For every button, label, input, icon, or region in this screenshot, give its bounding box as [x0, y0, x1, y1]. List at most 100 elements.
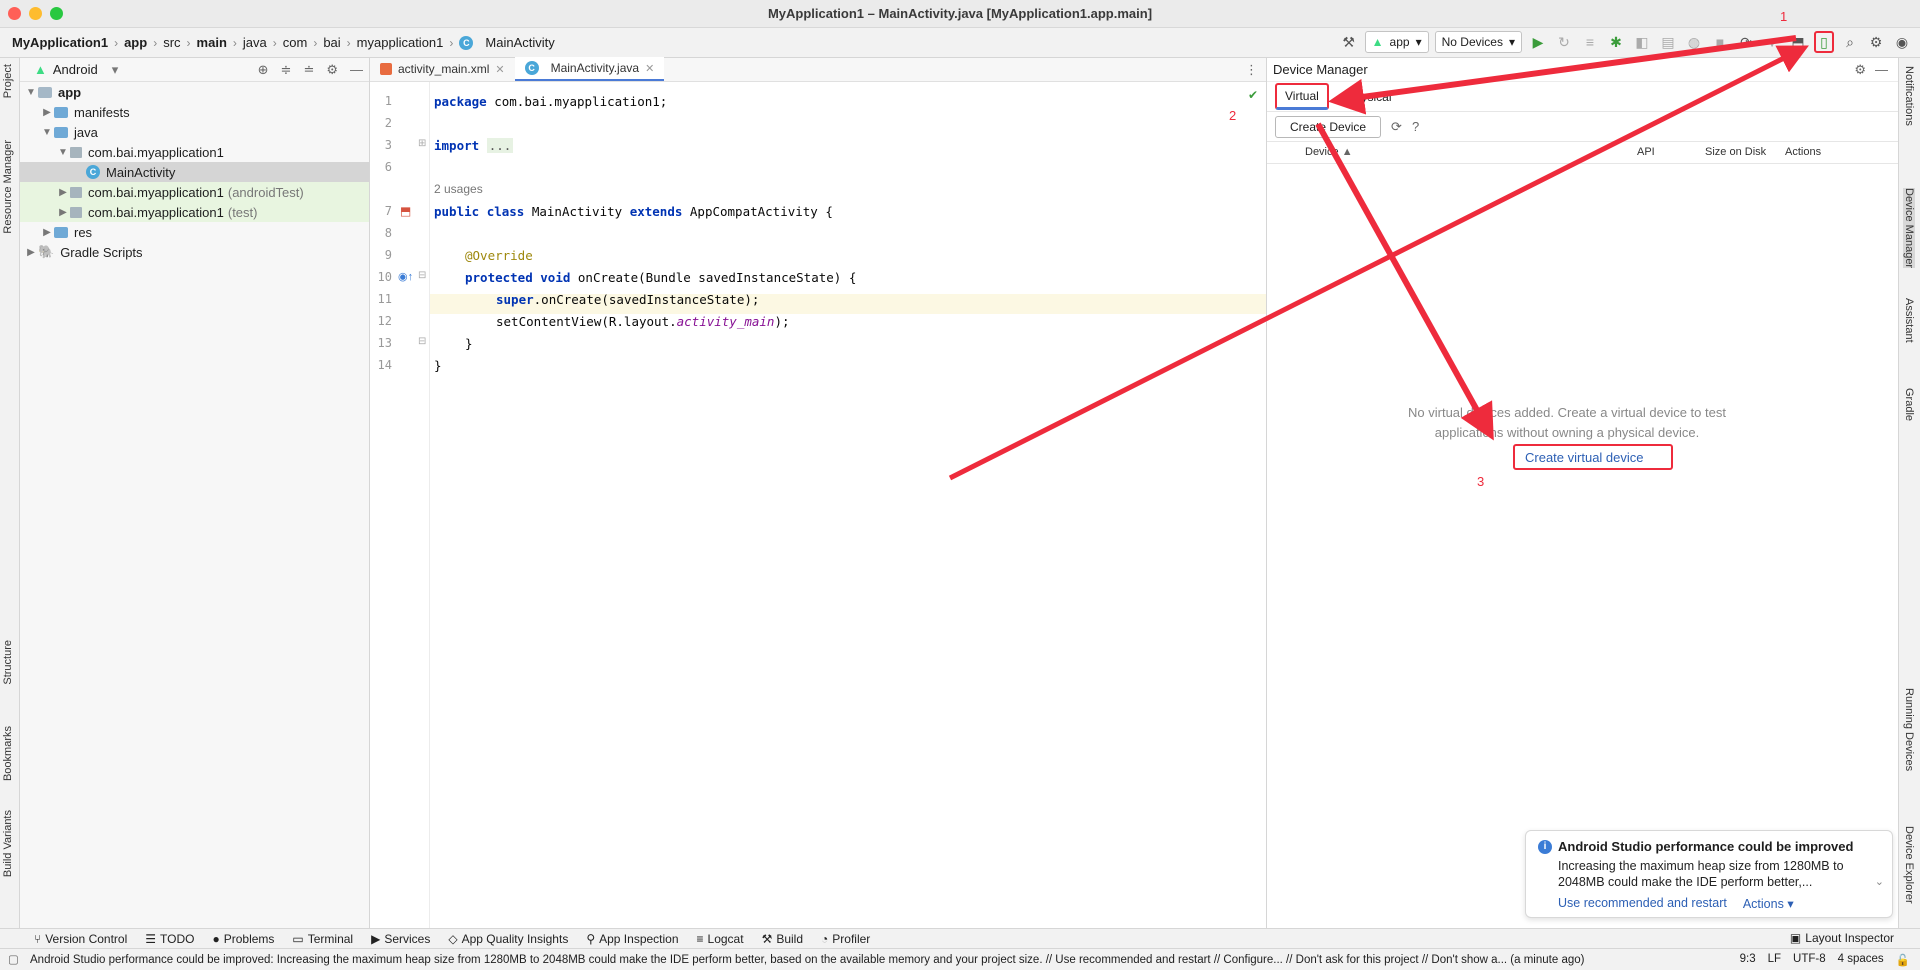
tree-item-selected[interactable]: C MainActivity: [20, 162, 369, 182]
tree-item[interactable]: ▼ java: [20, 122, 369, 142]
tool-todo[interactable]: ☰ TODO: [145, 932, 194, 946]
search-icon[interactable]: ⌕: [1840, 31, 1860, 53]
chevron-down-icon[interactable]: ▼: [40, 127, 54, 138]
tab-main-activity-java[interactable]: C MainActivity.java ✕: [514, 57, 665, 81]
chevron-right-icon[interactable]: ▶: [56, 207, 70, 218]
tool-app-inspection[interactable]: ⚲ App Inspection: [586, 932, 678, 946]
gear-icon[interactable]: ⚙: [1854, 62, 1866, 78]
breadcrumb-item[interactable]: MyApplication1: [12, 35, 108, 50]
tool-resource-manager[interactable]: Resource Manager: [2, 140, 14, 234]
breadcrumb-item[interactable]: src: [163, 35, 180, 50]
help-icon[interactable]: ?: [1412, 119, 1419, 134]
tool-running-devices[interactable]: Running Devices: [1903, 688, 1915, 771]
tool-project[interactable]: Project: [2, 64, 14, 98]
breadcrumb-item[interactable]: bai: [323, 35, 340, 50]
lock-icon[interactable]: 🔓: [1896, 953, 1910, 967]
locate-icon[interactable]: ⊕: [258, 62, 269, 78]
tool-build-variants[interactable]: Build Variants: [2, 810, 14, 877]
tool-logcat[interactable]: ≡ Logcat: [697, 932, 744, 946]
tree-item[interactable]: ▶ com.bai.myapplication1 (test): [20, 202, 369, 222]
chevron-right-icon[interactable]: ▶: [40, 107, 54, 118]
account-icon[interactable]: ◉: [1892, 31, 1912, 53]
folded-imports[interactable]: ...: [486, 138, 514, 153]
breadcrumb-item[interactable]: myapplication1: [357, 35, 444, 50]
tool-services[interactable]: ▶ Services: [371, 932, 430, 946]
breadcrumb-item[interactable]: main: [197, 35, 227, 50]
chevron-right-icon[interactable]: ▶: [24, 247, 38, 258]
class-gutter-icon[interactable]: ⬒: [400, 204, 411, 218]
attach-debugger-icon[interactable]: ◍: [1684, 31, 1704, 53]
actions-dropdown[interactable]: Actions ▾: [1743, 896, 1794, 911]
tree-item[interactable]: ▼ com.bai.myapplication1: [20, 142, 369, 162]
tool-device-explorer[interactable]: Device Explorer: [1903, 826, 1915, 904]
tool-terminal[interactable]: ▭ Terminal: [292, 932, 353, 946]
tool-gradle[interactable]: Gradle: [1903, 388, 1915, 421]
use-recommended-link[interactable]: Use recommended and restart: [1558, 896, 1727, 911]
profile-icon[interactable]: ◧: [1632, 31, 1652, 53]
tool-profiler[interactable]: ◔ Profiler: [821, 932, 870, 946]
usages-hint[interactable]: 2 usages: [434, 182, 483, 202]
rerun-icon[interactable]: ↻: [1554, 31, 1574, 53]
breadcrumb-item[interactable]: com: [283, 35, 308, 50]
tree-item[interactable]: ▶ com.bai.myapplication1 (androidTest): [20, 182, 369, 202]
column-actions[interactable]: Actions: [1785, 146, 1821, 158]
coverage-icon[interactable]: ▤: [1658, 31, 1678, 53]
fold-icon[interactable]: ⊟: [418, 270, 426, 281]
tab-activity-main-xml[interactable]: activity_main.xml ✕: [370, 57, 515, 81]
sync-gradle-icon[interactable]: ⟳: [1736, 31, 1756, 53]
close-icon[interactable]: ✕: [495, 63, 504, 76]
project-view-selector[interactable]: ▲ Android ▾ ⊕ ≑ ≐ ⚙ —: [20, 58, 369, 82]
tree-item[interactable]: ▶ res: [20, 222, 369, 242]
breadcrumb-item[interactable]: MainActivity: [485, 35, 554, 50]
breadcrumb-item[interactable]: java: [243, 35, 267, 50]
indent-setting[interactable]: 4 spaces: [1838, 953, 1884, 967]
chevron-down-icon[interactable]: ▼: [24, 87, 38, 98]
override-gutter-icon[interactable]: ◉↑: [398, 270, 413, 283]
device-select[interactable]: No Devices ▾: [1434, 31, 1522, 53]
debug-icon[interactable]: ✱: [1606, 31, 1626, 53]
avd-manager-icon[interactable]: ⬒: [1788, 31, 1808, 53]
run-config-select[interactable]: ▲ app ▾: [1364, 31, 1429, 53]
tool-bookmarks[interactable]: Bookmarks: [2, 726, 14, 781]
caret-position[interactable]: 9:3: [1740, 953, 1756, 967]
tab-physical[interactable]: Physical: [1339, 86, 1400, 108]
tool-layout-inspector[interactable]: ▣ Layout Inspector: [1790, 931, 1894, 945]
create-device-button[interactable]: Create Device: [1275, 115, 1382, 138]
tool-build[interactable]: ⚒ Build: [762, 932, 803, 946]
tool-structure[interactable]: Structure: [2, 640, 14, 685]
fold-icon[interactable]: ⊞: [418, 138, 426, 149]
status-message[interactable]: Android Studio performance could be impr…: [30, 954, 1584, 966]
tree-item[interactable]: ▼ app: [20, 82, 369, 102]
tool-assistant[interactable]: Assistant: [1903, 298, 1915, 343]
file-encoding[interactable]: UTF-8: [1793, 953, 1826, 967]
tree-item[interactable]: ▶ manifests: [20, 102, 369, 122]
hide-icon[interactable]: —: [1875, 62, 1888, 77]
status-toggle-icon[interactable]: ▢: [8, 952, 19, 966]
sdk-manager-icon[interactable]: ▼: [1762, 31, 1782, 53]
chevron-right-icon[interactable]: ▶: [40, 227, 54, 238]
tab-virtual[interactable]: Virtual: [1275, 83, 1329, 110]
chevron-right-icon[interactable]: ▶: [56, 187, 70, 198]
close-icon[interactable]: ✕: [645, 62, 654, 75]
fold-icon[interactable]: ⊟: [418, 336, 426, 347]
hide-icon[interactable]: —: [350, 62, 363, 78]
tool-device-manager[interactable]: Device Manager: [1903, 188, 1915, 269]
line-separator[interactable]: LF: [1768, 953, 1781, 967]
more-options-icon[interactable]: ⋮: [1245, 62, 1258, 78]
breadcrumb-item[interactable]: app: [124, 35, 147, 50]
tool-version-control[interactable]: ⑂ Version Control: [34, 932, 127, 946]
gear-icon[interactable]: ⚙: [1866, 31, 1886, 53]
apply-changes-icon[interactable]: ≡: [1580, 31, 1600, 53]
stop-icon[interactable]: ■: [1710, 31, 1730, 53]
chevron-down-icon[interactable]: ▼: [56, 147, 70, 158]
collapse-all-icon[interactable]: ≐: [303, 62, 314, 78]
tool-app-quality-insights[interactable]: ◇ App Quality Insights: [448, 932, 568, 946]
tool-problems[interactable]: ● Problems: [212, 932, 274, 946]
tree-item[interactable]: ▶ 🐘 Gradle Scripts: [20, 242, 369, 262]
device-manager-button[interactable]: ▯: [1814, 31, 1834, 53]
column-device[interactable]: Device ▲: [1305, 146, 1353, 158]
hammer-icon[interactable]: ⚒: [1339, 31, 1359, 53]
tool-notifications[interactable]: Notifications: [1903, 66, 1915, 126]
column-api[interactable]: API: [1637, 146, 1655, 158]
refresh-icon[interactable]: ⟳: [1391, 119, 1402, 135]
